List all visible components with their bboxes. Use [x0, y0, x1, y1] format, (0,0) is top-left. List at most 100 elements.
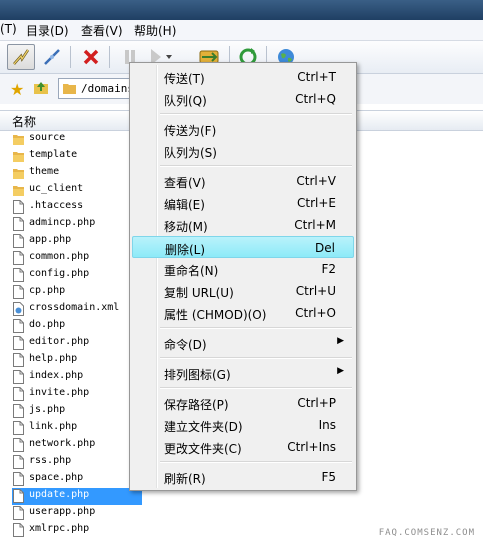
menu-item-label: 队列为(S)	[164, 146, 217, 160]
file-row[interactable]: rss.php	[12, 454, 142, 471]
file-row[interactable]: update.php	[12, 488, 142, 505]
context-menu-item[interactable]: 传送(T) Ctrl+T	[132, 66, 354, 88]
file-row[interactable]: userapp.php	[12, 505, 142, 522]
file-row[interactable]: template	[12, 148, 142, 165]
context-menu-item[interactable]: 编辑(E) Ctrl+E	[132, 192, 354, 214]
file-name: js.php	[29, 404, 66, 415]
file-icon	[13, 251, 24, 265]
file-name: admincp.php	[29, 217, 96, 228]
file-name: invite.php	[29, 387, 90, 398]
file-icon	[13, 438, 24, 452]
context-menu: 传送(T) Ctrl+T 队列(Q) Ctrl+Q 传送为(F) 队列为(S) 查看(V) C…	[129, 62, 357, 491]
file-name: link.php	[29, 421, 78, 432]
file-row[interactable]: editor.php	[12, 335, 142, 352]
file-name: cp.php	[29, 285, 66, 296]
context-menu-item[interactable]: 删除(L) Del	[132, 236, 354, 258]
file-icon	[13, 285, 24, 299]
context-menu-item[interactable]: 排列图标(G) ▶	[132, 362, 354, 384]
menu-item-shortcut: Ctrl+M	[294, 218, 336, 232]
file-row[interactable]: config.php	[12, 267, 142, 284]
folder-icon	[63, 82, 76, 97]
menu-bar: (T) 目录(D) 查看(V) 帮助(H)	[0, 20, 483, 41]
file-name: index.php	[29, 370, 84, 381]
file-row[interactable]: link.php	[12, 420, 142, 437]
parent-folder-icon[interactable]	[33, 80, 49, 99]
file-row[interactable]: theme	[12, 165, 142, 182]
menu-separator	[160, 461, 352, 463]
context-menu-item[interactable]: 传送为(F)	[132, 118, 354, 140]
file-row[interactable]: help.php	[12, 352, 142, 369]
menu-view[interactable]: 查看(V)	[81, 22, 123, 39]
context-menu-item[interactable]: 移动(M) Ctrl+M	[132, 214, 354, 236]
menu-item-shortcut: F2	[321, 262, 336, 276]
submenu-arrow-icon: ▶	[337, 366, 344, 376]
menu-item-label: 重命名(N)	[164, 264, 219, 278]
menu-separator	[160, 165, 352, 167]
menu-item-label: 更改文件夹(C)	[164, 442, 242, 456]
menu-help[interactable]: 帮助(H)	[134, 22, 176, 39]
menu-item-label: 复制 URL(U)	[164, 286, 234, 300]
file-row[interactable]: index.php	[12, 369, 142, 386]
file-row[interactable]: source	[12, 131, 142, 148]
file-name: app.php	[29, 234, 72, 245]
context-menu-item[interactable]: 建立文件夹(D) Ins	[132, 414, 354, 436]
file-name: update.php	[29, 489, 90, 500]
favorites-icon[interactable]: ★	[10, 80, 24, 99]
menu-item-shortcut: Ctrl+O	[295, 306, 336, 320]
file-row[interactable]: do.php	[12, 318, 142, 335]
file-icon	[13, 370, 24, 384]
file-row[interactable]: admincp.php	[12, 216, 142, 233]
file-icon	[13, 404, 24, 418]
menu-separator	[160, 357, 352, 359]
file-icon	[13, 217, 24, 231]
context-menu-item[interactable]: 查看(V) Ctrl+V	[132, 170, 354, 192]
menu-item-label: 属性 (CHMOD)(O)	[164, 308, 267, 322]
menu-item-shortcut: Ctrl+Q	[295, 92, 336, 106]
context-menu-item[interactable]: 队列(Q) Ctrl+Q	[132, 88, 354, 110]
file-row[interactable]: invite.php	[12, 386, 142, 403]
file-row[interactable]: space.php	[12, 471, 142, 488]
menu-item-label: 刷新(R)	[164, 472, 206, 486]
file-name: space.php	[29, 472, 84, 483]
file-row[interactable]: common.php	[12, 250, 142, 267]
path-field[interactable]: /domains	[58, 78, 138, 99]
menu-tools[interactable]: (T)	[0, 22, 17, 36]
context-menu-item[interactable]: 刷新(R) F5	[132, 466, 354, 488]
file-row[interactable]: app.php	[12, 233, 142, 250]
menu-directory[interactable]: 目录(D)	[26, 22, 69, 39]
context-menu-item[interactable]: 命令(D) ▶	[132, 332, 354, 354]
menu-item-label: 排列图标(G)	[164, 368, 231, 382]
file-name: help.php	[29, 353, 78, 364]
menu-separator	[160, 327, 352, 329]
file-row[interactable]: cp.php	[12, 284, 142, 301]
file-row[interactable]: crossdomain.xml	[12, 301, 142, 318]
xml-file-icon	[13, 302, 24, 316]
disconnect-icon[interactable]	[38, 44, 66, 70]
menu-item-shortcut: Ctrl+Ins	[287, 440, 336, 454]
file-row[interactable]: .htaccess	[12, 199, 142, 216]
menu-item-shortcut: Ctrl+E	[297, 196, 336, 210]
context-menu-item[interactable]: 队列为(S)	[132, 140, 354, 162]
file-name: .htaccess	[29, 200, 84, 211]
context-menu-item[interactable]: 保存路径(P) Ctrl+P	[132, 392, 354, 414]
file-icon	[13, 472, 24, 486]
context-menu-item[interactable]: 重命名(N) F2	[132, 258, 354, 280]
context-menu-item[interactable]: 复制 URL(U) Ctrl+U	[132, 280, 354, 302]
file-name: network.php	[29, 438, 96, 449]
file-row[interactable]: uc_client	[12, 182, 142, 199]
folder-icon	[13, 152, 24, 162]
context-menu-item[interactable]: 更改文件夹(C) Ctrl+Ins	[132, 436, 354, 458]
connect-icon[interactable]	[7, 44, 35, 70]
menu-item-label: 删除(L)	[165, 243, 206, 257]
folder-icon	[13, 169, 24, 179]
folder-icon	[13, 186, 24, 196]
file-icon	[13, 523, 24, 537]
file-name: userapp.php	[29, 506, 96, 517]
file-row[interactable]: network.php	[12, 437, 142, 454]
context-menu-item[interactable]: 属性 (CHMOD)(O) Ctrl+O	[132, 302, 354, 324]
menu-separator	[160, 113, 352, 115]
cancel-icon[interactable]	[77, 44, 105, 70]
file-row[interactable]: xmlrpc.php	[12, 522, 142, 539]
file-name: source	[29, 132, 66, 143]
file-row[interactable]: js.php	[12, 403, 142, 420]
